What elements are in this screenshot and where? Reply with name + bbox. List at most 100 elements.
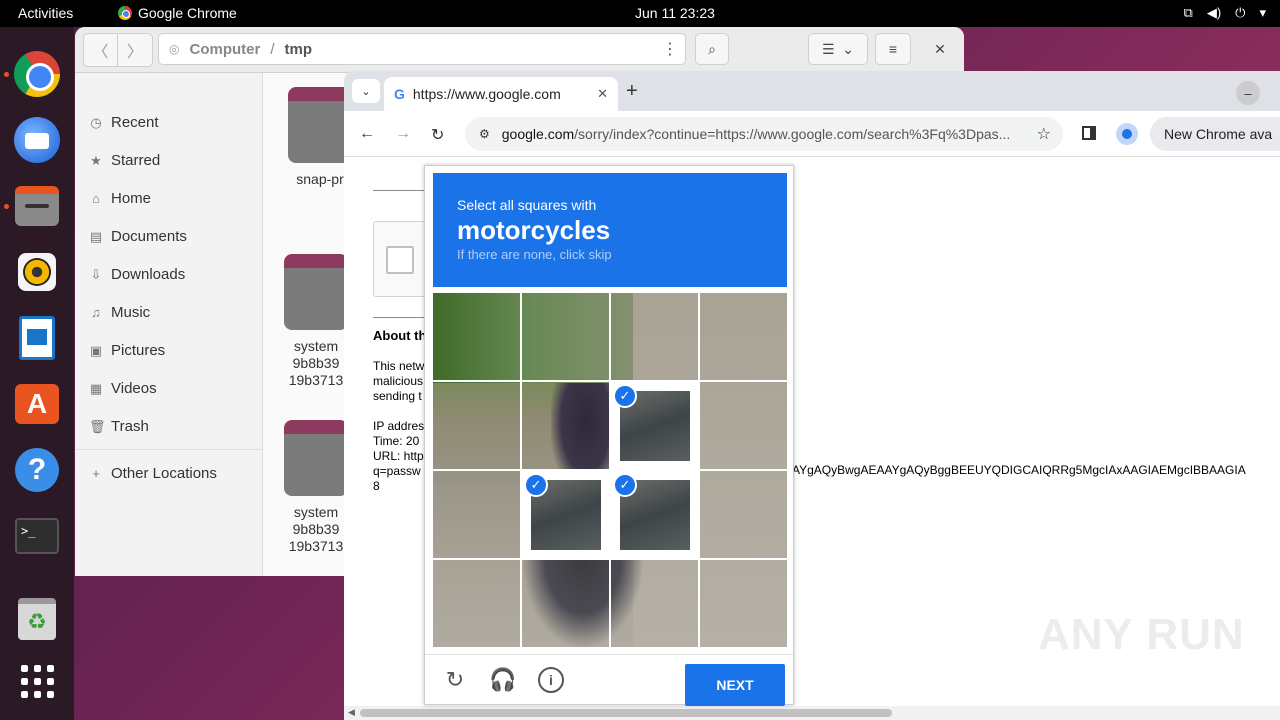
close-icon: ✕ bbox=[934, 40, 946, 57]
file-item[interactable]: system 9b8b39 19b3713 bbox=[280, 420, 352, 555]
show-apps-icon bbox=[20, 664, 54, 698]
tab-google[interactable]: G https://www.google.com ✕ bbox=[384, 77, 618, 111]
menu-button[interactable]: ≡ bbox=[875, 33, 911, 65]
profile-avatar[interactable] bbox=[1116, 123, 1138, 145]
minimize-button[interactable]: – bbox=[1236, 81, 1260, 105]
back-button[interactable]: 〈 bbox=[84, 34, 118, 66]
dock-show-apps[interactable] bbox=[13, 657, 61, 705]
sidebar-item-label: Videos bbox=[111, 380, 157, 397]
rhythmbox-icon bbox=[18, 253, 56, 291]
new-tab-button[interactable]: + bbox=[626, 80, 638, 103]
path-bar[interactable]: ◎ Computer / tmp bbox=[158, 33, 686, 65]
path-root[interactable]: Computer bbox=[189, 41, 260, 58]
sidebar-item-other-locations[interactable]: + Other Locations bbox=[89, 465, 217, 482]
view-toggle-button[interactable]: ☰ ⌄ bbox=[808, 33, 868, 65]
url-tail: AYgAQyBwgAEAAYgAQyBggBEEUYQDIGCAIQRRg5Mg… bbox=[792, 463, 1246, 477]
sidebar-item-label: Starred bbox=[111, 152, 161, 169]
dock-chrome[interactable] bbox=[13, 50, 61, 98]
tab-search-button[interactable]: ⌄ bbox=[352, 79, 380, 103]
path-current[interactable]: tmp bbox=[285, 41, 313, 58]
top-bar: Activities Google Chrome Jun 11 23:23 ⧉ … bbox=[0, 0, 1280, 27]
sidebar-item-label: Home bbox=[111, 190, 152, 207]
grid-line bbox=[433, 469, 787, 471]
sidebar-item-trash[interactable]: 🗑 Trash bbox=[89, 418, 149, 435]
app-menu[interactable]: Google Chrome bbox=[118, 5, 237, 21]
tile-selected[interactable]: ✓ bbox=[522, 471, 610, 559]
dock-writer[interactable] bbox=[13, 314, 61, 362]
reload-button[interactable]: ↻ bbox=[431, 125, 444, 145]
search-icon: ⌕ bbox=[708, 40, 716, 57]
tile-selected[interactable]: ✓ bbox=[611, 382, 699, 470]
volume-icon: ◀) bbox=[1206, 5, 1222, 20]
next-button[interactable]: NEXT bbox=[685, 664, 785, 706]
back-button[interactable]: ← bbox=[359, 125, 375, 143]
forward-button[interactable]: 〉 bbox=[118, 34, 152, 66]
avatar-icon bbox=[1122, 129, 1132, 139]
thunderbird-icon bbox=[14, 117, 60, 163]
sidebar-item-label: Documents bbox=[111, 228, 187, 245]
scrollbar-thumb[interactable] bbox=[360, 709, 892, 717]
url-path: /sorry/index?continue=https://www.google… bbox=[574, 126, 1011, 142]
forward-button[interactable]: → bbox=[395, 125, 411, 143]
close-button[interactable]: ✕ bbox=[927, 33, 953, 65]
chrome-icon bbox=[14, 51, 60, 97]
url-text: google.com/sorry/index?continue=https://… bbox=[502, 126, 1025, 142]
dock-help[interactable]: ? bbox=[13, 446, 61, 494]
sidebar-item-documents[interactable]: ▤ Documents bbox=[89, 228, 187, 245]
recaptcha-checkbox[interactable] bbox=[386, 246, 414, 274]
file-item[interactable]: system 9b8b39 19b3713 bbox=[280, 254, 352, 389]
info-icon[interactable]: i bbox=[538, 667, 564, 693]
grid-line bbox=[433, 380, 787, 382]
files-icon bbox=[15, 186, 59, 226]
google-icon: G bbox=[394, 86, 405, 102]
system-tray[interactable]: ⧉ ◀) ⏻ ▾ bbox=[1184, 5, 1266, 21]
checkmark-icon: ✓ bbox=[613, 384, 637, 408]
horizontal-scrollbar[interactable]: ◀ bbox=[344, 706, 1280, 720]
audio-challenge-icon[interactable]: 🎧 bbox=[489, 667, 516, 693]
grid-line bbox=[433, 558, 787, 560]
sidebar-item-starred[interactable]: ★ Starred bbox=[89, 152, 160, 169]
new-chrome-available-button[interactable]: New Chrome ava bbox=[1150, 117, 1280, 151]
hamburger-icon: ≡ bbox=[888, 41, 898, 57]
sidebar-item-pictures[interactable]: ▣ Pictures bbox=[89, 342, 165, 359]
side-panel-icon[interactable] bbox=[1082, 126, 1096, 140]
path-menu-button[interactable]: ⋮ bbox=[654, 33, 686, 65]
sidebar-item-recent[interactable]: ◷ Recent bbox=[89, 114, 159, 131]
app-name: Google Chrome bbox=[138, 5, 237, 21]
dock-trash[interactable]: ♻ bbox=[13, 595, 61, 643]
close-tab-icon[interactable]: ✕ bbox=[597, 86, 608, 102]
dock: A ? >_ ♻ bbox=[0, 27, 74, 720]
chevron-down-icon: ⌄ bbox=[361, 85, 371, 98]
scroll-left-icon[interactable]: ◀ bbox=[348, 707, 355, 718]
dock-rhythmbox[interactable] bbox=[13, 248, 61, 296]
request-info: IP addres Time: 20 URL: http q=passw 8 bbox=[373, 419, 425, 493]
dock-thunderbird[interactable] bbox=[13, 116, 61, 164]
activities-button[interactable]: Activities bbox=[18, 5, 73, 21]
sidebar-item-videos[interactable]: ▦ Videos bbox=[89, 380, 157, 397]
dock-app-center[interactable]: A bbox=[13, 380, 61, 428]
bookmark-star-icon[interactable]: ☆ bbox=[1037, 124, 1051, 144]
dock-files[interactable] bbox=[13, 182, 61, 230]
sidebar-item-label: Music bbox=[111, 304, 151, 321]
sidebar-item-label: Downloads bbox=[111, 266, 186, 283]
site-info-icon[interactable]: ⚙ bbox=[479, 127, 490, 141]
tile-selected[interactable]: ✓ bbox=[611, 471, 699, 559]
sidebar-item-music[interactable]: ♫ Music bbox=[89, 304, 150, 321]
dock-terminal[interactable]: >_ bbox=[13, 512, 61, 560]
challenge-header: Select all squares with motorcycles If t… bbox=[433, 173, 787, 287]
star-icon: ★ bbox=[90, 152, 102, 168]
about-body: This netw malicious sending t bbox=[373, 359, 425, 403]
history-nav: 〈 〉 bbox=[83, 33, 153, 67]
app-center-icon: A bbox=[15, 384, 59, 424]
running-indicator bbox=[4, 204, 9, 209]
file-name: system 9b8b39 19b3713 bbox=[288, 338, 344, 388]
reload-challenge-icon[interactable]: ↻ bbox=[442, 667, 468, 693]
address-bar[interactable]: ⚙ google.com/sorry/index?continue=https:… bbox=[465, 117, 1063, 151]
sidebar-item-downloads[interactable]: ⇩ Downloads bbox=[89, 266, 186, 283]
trash-icon: 🗑 bbox=[89, 418, 106, 434]
clock[interactable]: Jun 11 23:23 bbox=[635, 5, 715, 21]
sidebar-item-home[interactable]: ⌂ Home bbox=[89, 190, 151, 207]
sidebar-item-label: Recent bbox=[111, 114, 159, 131]
trash-icon: ♻ bbox=[18, 598, 56, 640]
search-button[interactable]: ⌕ bbox=[695, 33, 729, 65]
